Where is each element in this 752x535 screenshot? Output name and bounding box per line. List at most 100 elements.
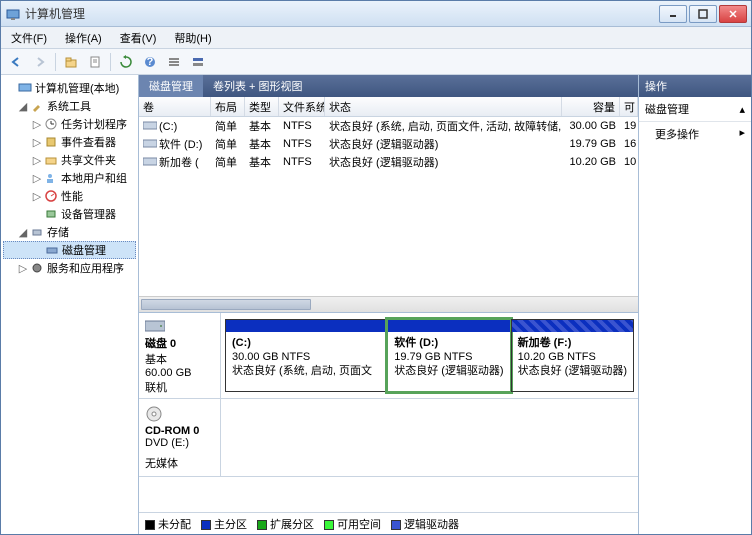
nav-tree[interactable]: 计算机管理(本地) ◢系统工具 ▷任务计划程序 ▷事件查看器 ▷共享文件夹 ▷本… [1,75,139,534]
cdrom-row[interactable]: CD-ROM 0 DVD (E:) 无媒体 [139,399,638,477]
toolbar-separator [110,53,111,71]
partition-f[interactable]: 新加卷 (F:) 10.20 GB NTFS 状态良好 (逻辑驱动器) [511,319,634,392]
cdrom-partitions [221,399,638,476]
legend: 未分配 主分区 扩展分区 可用空间 逻辑驱动器 [139,512,638,534]
titlebar[interactable]: 计算机管理 [1,1,751,27]
up-button[interactable] [60,52,82,72]
actions-context[interactable]: 磁盘管理 ▴ [639,97,751,122]
tree-label: 本地用户和组 [61,170,127,186]
partition-status: 状态良好 (逻辑驱动器) [394,364,503,378]
body: 计算机管理(本地) ◢系统工具 ▷任务计划程序 ▷事件查看器 ▷共享文件夹 ▷本… [1,75,751,534]
tree-task[interactable]: ▷任务计划程序 [3,115,136,133]
close-button[interactable] [719,5,747,23]
menubar: 文件(F) 操作(A) 查看(V) 帮助(H) [1,27,751,49]
partition-d[interactable]: 软件 (D:) 19.79 GB NTFS 状态良好 (逻辑驱动器) [387,319,510,392]
col-type[interactable]: 类型 [245,97,279,116]
volume-icon [143,138,157,148]
services-icon [29,260,45,276]
tree-perf[interactable]: ▷性能 [3,187,136,205]
cdrom-info: CD-ROM 0 DVD (E:) 无媒体 [139,399,221,476]
legend-unallocated: 未分配 [145,516,191,532]
partition-title: 新加卷 (F:) [518,336,627,350]
maximize-button[interactable] [689,5,717,23]
partition-header [512,320,633,332]
list-rows[interactable]: (C:)简单基本NTFS状态良好 (系统, 启动, 页面文件, 活动, 故障转储… [139,117,638,296]
tree-root[interactable]: 计算机管理(本地) [3,79,136,97]
refresh-button[interactable] [115,52,137,72]
tree-label: 系统工具 [47,98,91,114]
menu-help[interactable]: 帮助(H) [170,28,215,48]
tabbar: 磁盘管理 卷列表 + 图形视图 [139,75,638,97]
toolbar-separator [55,53,56,71]
col-free[interactable]: 可 [620,97,638,116]
col-status[interactable]: 状态 [325,97,562,116]
table-row[interactable]: (C:)简单基本NTFS状态良好 (系统, 启动, 页面文件, 活动, 故障转储… [139,117,638,135]
chevron-right-icon: ▸ [739,126,745,139]
collapse-icon: ▴ [739,103,745,116]
partition-header [388,320,509,332]
menu-action[interactable]: 操作(A) [61,28,106,48]
tab-viewmode[interactable]: 卷列表 + 图形视图 [203,75,313,97]
minimize-button[interactable] [659,5,687,23]
tree-users[interactable]: ▷本地用户和组 [3,169,136,187]
menu-file[interactable]: 文件(F) [7,28,51,48]
tree-systools[interactable]: ◢系统工具 [3,97,136,115]
help-button[interactable]: ? [139,52,161,72]
list-header: 卷 布局 类型 文件系统 状态 容量 可 [139,97,638,117]
graphical-view: 磁盘 0 基本 60.00 GB 联机 (C:) 30.00 GB NTFS 状… [139,313,638,534]
tree-event[interactable]: ▷事件查看器 [3,133,136,151]
tree-shared[interactable]: ▷共享文件夹 [3,151,136,169]
partition-header [226,320,386,332]
col-fs[interactable]: 文件系统 [279,97,325,116]
volume-icon [143,120,157,130]
menu-view[interactable]: 查看(V) [116,28,161,48]
horizontal-scrollbar[interactable] [139,296,638,312]
view-graphic-button[interactable] [187,52,209,72]
tree-services[interactable]: ▷服务和应用程序 [3,259,136,277]
storage-icon [29,224,45,240]
cdrom-label: CD-ROM 0 [145,425,214,437]
view-list-button[interactable] [163,52,185,72]
volume-icon [143,156,157,166]
eventlog-icon [43,134,59,150]
legend-freespace: 可用空间 [324,516,381,532]
partition-c[interactable]: (C:) 30.00 GB NTFS 状态良好 (系统, 启动, 页面文 [225,319,387,392]
nav-back-button[interactable] [5,52,27,72]
partition-sub: 30.00 GB NTFS [232,350,380,364]
cdrom-sub: DVD (E:) [145,437,214,449]
table-row[interactable]: 新加卷 (简单基本NTFS状态良好 (逻辑驱动器)10.20 GB10 [139,153,638,171]
actions-header: 操作 [639,75,751,97]
partition-title: 软件 (D:) [394,336,503,350]
partition-status: 状态良好 (系统, 启动, 页面文 [232,364,380,378]
actions-more[interactable]: 更多操作 ▸ [639,122,751,146]
table-row[interactable]: 软件 (D:)简单基本NTFS状态良好 (逻辑驱动器)19.79 GB16 [139,135,638,153]
tab-diskmgmt[interactable]: 磁盘管理 [139,75,203,97]
partition-sub: 10.20 GB NTFS [518,350,627,364]
tree-diskmgmt[interactable]: 磁盘管理 [3,241,136,259]
col-layout[interactable]: 布局 [211,97,245,116]
app-icon [5,6,21,22]
legend-primary: 主分区 [201,516,247,532]
nav-forward-button[interactable] [29,52,51,72]
disk-type: 基本 [145,351,214,367]
col-volume[interactable]: 卷 [139,97,211,116]
disk-0-row[interactable]: 磁盘 0 基本 60.00 GB 联机 (C:) 30.00 GB NTFS 状… [139,313,638,399]
actions-more-label: 更多操作 [655,129,699,141]
legend-logical: 逻辑驱动器 [391,516,459,532]
tree-label: 任务计划程序 [61,116,127,132]
window-title: 计算机管理 [25,5,659,22]
partition-title: (C:) [232,336,380,350]
tree-label: 磁盘管理 [62,242,106,258]
svg-text:?: ? [147,56,154,68]
tree-devmgr[interactable]: 设备管理器 [3,205,136,223]
properties-button[interactable] [84,52,106,72]
actions-pane: 操作 磁盘管理 ▴ 更多操作 ▸ [639,75,751,534]
folder-icon [43,152,59,168]
toolbar: ? [1,49,751,75]
col-capacity[interactable]: 容量 [562,97,620,116]
scrollbar-thumb[interactable] [141,299,311,310]
tree-label: 共享文件夹 [61,152,116,168]
tree-label: 计算机管理(本地) [35,80,119,96]
center-pane: 磁盘管理 卷列表 + 图形视图 卷 布局 类型 文件系统 状态 容量 可 (C:… [139,75,639,534]
tree-storage[interactable]: ◢存储 [3,223,136,241]
